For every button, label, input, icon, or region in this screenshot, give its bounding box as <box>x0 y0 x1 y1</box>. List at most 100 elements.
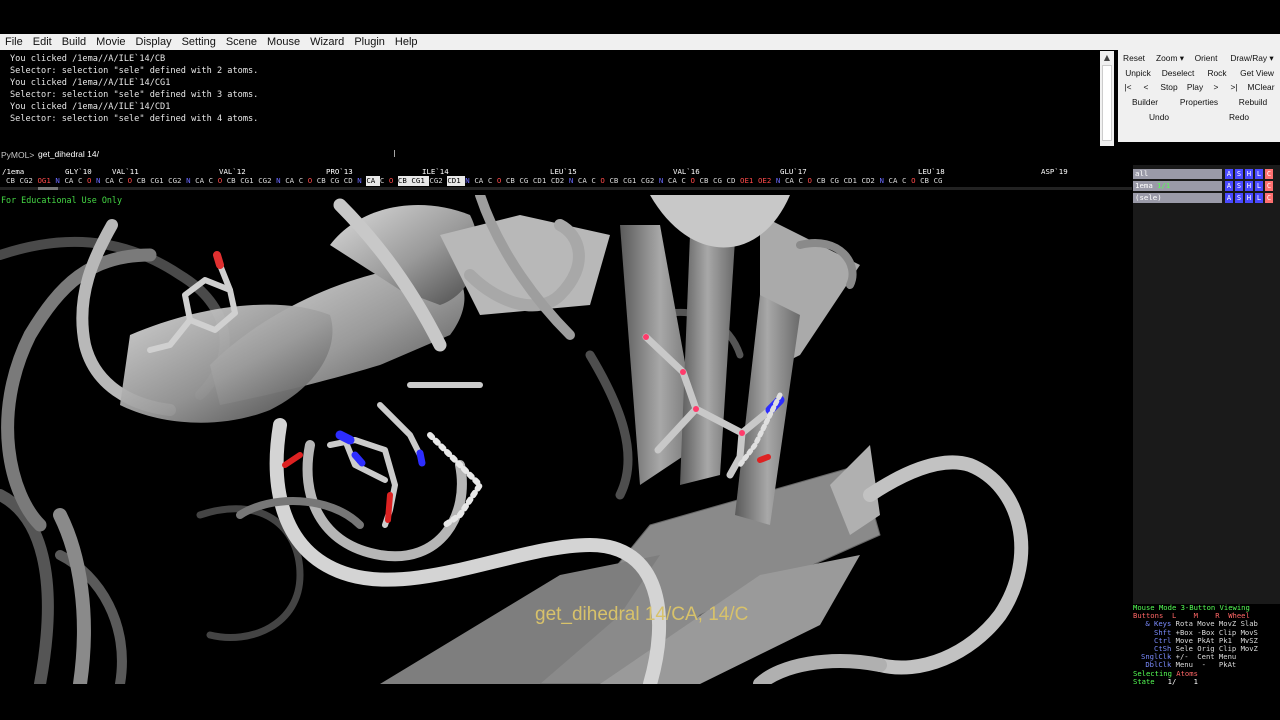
object-l-button[interactable]: L <box>1255 169 1263 179</box>
object-c-button[interactable]: C <box>1265 169 1273 179</box>
command-input[interactable] <box>34 146 1110 162</box>
builder-button[interactable]: Builder <box>1120 95 1170 109</box>
object-name[interactable]: all <box>1133 169 1222 179</box>
sequence-atom[interactable]: CD1 <box>447 176 466 186</box>
unpick-button[interactable]: Unpick <box>1120 66 1156 80</box>
sequence-atom[interactable]: O <box>497 176 506 186</box>
back-button[interactable]: < <box>1138 80 1154 94</box>
menu-setting[interactable]: Setting <box>177 34 221 50</box>
sequence-atom[interactable]: CG <box>934 176 948 186</box>
sequence-atom[interactable]: N <box>276 176 285 186</box>
menu-mouse[interactable]: Mouse <box>262 34 305 50</box>
sequence-atom[interactable]: CG1 <box>411 176 430 186</box>
sequence-atom[interactable]: CA <box>195 176 209 186</box>
rewind-button[interactable]: |< <box>1120 80 1136 94</box>
rock-button[interactable]: Rock <box>1200 66 1234 80</box>
sequence-atom[interactable]: N <box>569 176 578 186</box>
redo-button[interactable]: Redo <box>1200 110 1278 124</box>
end-button[interactable]: >| <box>1226 80 1242 94</box>
sequence-atom[interactable]: C <box>681 176 690 186</box>
menu-wizard[interactable]: Wizard <box>305 34 349 50</box>
sequence-atom[interactable]: CD2 <box>551 176 569 186</box>
sequence-atom[interactable]: O <box>808 176 817 186</box>
menu-display[interactable]: Display <box>131 34 177 50</box>
scroll-thumb[interactable] <box>1102 65 1112 141</box>
zoom-button[interactable]: Zoom ▾ <box>1150 51 1190 65</box>
sequence-atom[interactable]: CG2 <box>429 176 447 186</box>
sequence-residue-label[interactable]: VAL`16 <box>673 167 700 176</box>
sequence-atom[interactable]: N <box>659 176 668 186</box>
sequence-atom[interactable]: OE1 <box>740 176 758 186</box>
sequence-atom[interactable]: N <box>96 176 105 186</box>
sequence-atom[interactable]: O <box>308 176 317 186</box>
sequence-atom[interactable]: CB <box>227 176 241 186</box>
sequence-residue-label[interactable]: ASP`19 <box>1041 167 1068 176</box>
object-s-button[interactable]: S <box>1235 193 1243 203</box>
sequence-atom[interactable]: CG2 <box>20 176 38 186</box>
sequence-atom[interactable]: CD <box>727 176 741 186</box>
sequence-atom[interactable]: C <box>488 176 497 186</box>
sequence-atom[interactable]: CB <box>506 176 520 186</box>
sequence-residue-label[interactable]: ILE`14 <box>422 167 449 176</box>
object-a-button[interactable]: A <box>1225 181 1233 191</box>
rebuild-button[interactable]: Rebuild <box>1228 95 1278 109</box>
object-c-button[interactable]: C <box>1265 193 1273 203</box>
sequence-atom[interactable]: CA <box>668 176 682 186</box>
sequence-atom[interactable]: CB <box>317 176 331 186</box>
sequence-atom[interactable]: CB <box>397 176 412 186</box>
draw-ray-button[interactable]: Draw/Ray ▾ <box>1224 51 1280 65</box>
properties-button[interactable]: Properties <box>1172 95 1226 109</box>
undo-button[interactable]: Undo <box>1120 110 1198 124</box>
get-view-button[interactable]: Get View <box>1236 66 1278 80</box>
sequence-atom[interactable]: CG <box>519 176 533 186</box>
sequence-atom[interactable]: CA <box>285 176 299 186</box>
play-button[interactable]: Play <box>1182 80 1208 94</box>
menu-help[interactable]: Help <box>390 34 423 50</box>
object-s-button[interactable]: S <box>1235 169 1243 179</box>
sequence-residue-label[interactable]: VAL`12 <box>219 167 246 176</box>
sequence-residue-label[interactable]: /1ema <box>2 167 24 176</box>
object-l-button[interactable]: L <box>1255 193 1263 203</box>
sequence-residue-label[interactable]: PRO`13 <box>326 167 353 176</box>
sequence-atom[interactable]: CA <box>785 176 799 186</box>
object-name[interactable]: 1ema 1/1 <box>1133 181 1222 191</box>
sequence-atom[interactable]: CB <box>137 176 151 186</box>
object-h-button[interactable]: H <box>1245 193 1253 203</box>
scroll-up-icon[interactable]: ▲ <box>1102 53 1112 63</box>
sequence-atom[interactable]: OE2 <box>758 176 776 186</box>
sequence-atom[interactable]: O <box>389 176 398 186</box>
sequence-atom[interactable]: CB <box>6 176 20 186</box>
sequence-atom[interactable]: C <box>119 176 128 186</box>
menu-plugin[interactable]: Plugin <box>349 34 390 50</box>
sequence-atom[interactable]: CG2 <box>258 176 276 186</box>
object-a-button[interactable]: A <box>1225 169 1233 179</box>
sequence-atom[interactable]: O <box>87 176 96 186</box>
sequence-atom[interactable]: CG2 <box>168 176 186 186</box>
sequence-atom[interactable]: N <box>776 176 785 186</box>
sequence-residue-label[interactable]: LEU`15 <box>550 167 577 176</box>
sequence-atom[interactable]: CD2 <box>862 176 880 186</box>
sequence-atom[interactable]: CG1 <box>623 176 641 186</box>
sequence-residue-label[interactable]: GLU`17 <box>780 167 807 176</box>
sequence-atom[interactable]: CG1 <box>150 176 168 186</box>
sequence-atom[interactable]: C <box>380 176 389 186</box>
sequence-atom[interactable]: CG <box>330 176 344 186</box>
sequence-atom[interactable]: O <box>128 176 137 186</box>
object-h-button[interactable]: H <box>1245 181 1253 191</box>
sequence-atom[interactable]: CD1 <box>844 176 862 186</box>
sequence-residue-label[interactable]: LEU`18 <box>918 167 945 176</box>
sequence-scroll-thumb[interactable] <box>38 187 58 190</box>
deselect-button[interactable]: Deselect <box>1158 66 1198 80</box>
orient-button[interactable]: Orient <box>1190 51 1222 65</box>
console-scrollbar[interactable]: ▲ ▼ <box>1100 51 1114 157</box>
sequence-atom[interactable]: CG <box>830 176 844 186</box>
sequence-atom[interactable]: CA <box>578 176 592 186</box>
sequence-atom[interactable]: C <box>299 176 308 186</box>
sequence-atom[interactable]: CD <box>344 176 358 186</box>
sequence-atom[interactable]: C <box>78 176 87 186</box>
menu-movie[interactable]: Movie <box>91 34 130 50</box>
menu-file[interactable]: File <box>0 34 28 50</box>
sequence-atom[interactable]: CB <box>817 176 831 186</box>
menu-build[interactable]: Build <box>57 34 91 50</box>
sequence-atom[interactable]: O <box>690 176 699 186</box>
